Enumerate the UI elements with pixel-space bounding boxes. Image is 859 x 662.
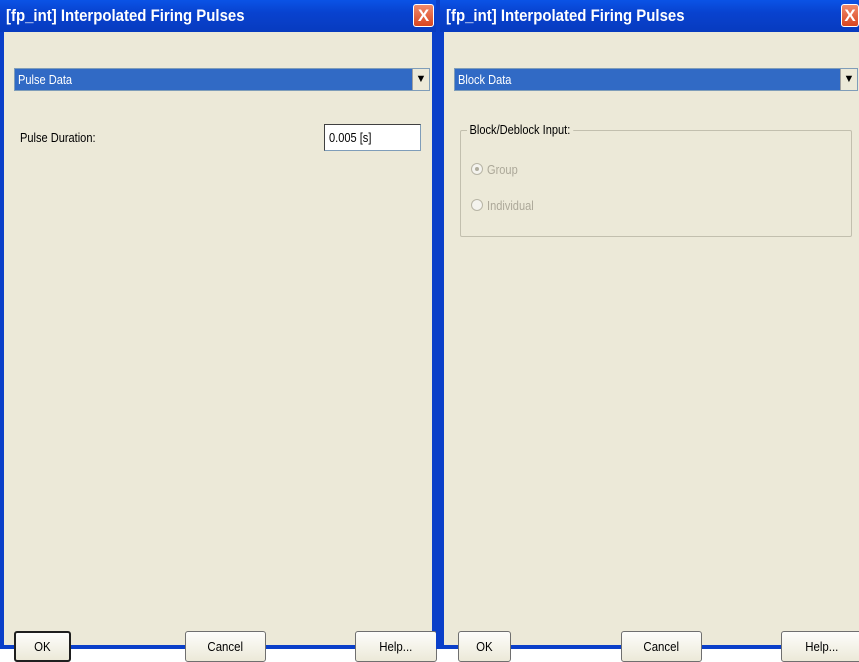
close-button[interactable]: X (413, 4, 434, 27)
chevron-down-icon[interactable]: ▼ (840, 69, 857, 90)
cancel-button-label: Cancel (643, 639, 680, 654)
radio-button-icon[interactable] (471, 163, 483, 175)
ok-button-label: OK (476, 639, 493, 654)
section-dropdown[interactable]: Block Data ▼ (454, 68, 858, 91)
close-icon: X (417, 6, 430, 25)
dialog-block-data: [fp_int] Interpolated Firing Pulses X Bl… (440, 0, 859, 662)
ok-button-label: OK (34, 639, 51, 654)
title-bar[interactable]: [fp_int] Interpolated Firing Pulses X (440, 0, 859, 32)
cancel-button[interactable]: Cancel (621, 631, 702, 662)
groupbox-legend: Block/Deblock Input: (467, 122, 573, 137)
close-icon: X (844, 6, 856, 25)
ok-button[interactable]: OK (14, 631, 71, 662)
chevron-down-icon[interactable]: ▼ (412, 69, 429, 90)
radio-label-group: Group (487, 161, 518, 177)
window-title: [fp_int] Interpolated Firing Pulses (446, 6, 685, 25)
pulse-duration-value: 0.005 [s] (329, 130, 372, 145)
help-button-label: Help... (804, 639, 839, 654)
section-dropdown-value: Pulse Data (18, 72, 73, 87)
dialog-body: Pulse Data ▼ Pulse Duration: 0.005 [s] O… (4, 32, 437, 662)
block-deblock-groupbox: Block/Deblock Input: Group Individual (460, 122, 852, 237)
radio-option-individual[interactable]: Individual (471, 197, 542, 213)
dialog-pulse-data: [fp_int] Interpolated Firing Pulses X Pu… (0, 0, 437, 662)
radio-option-group[interactable]: Group (471, 161, 523, 177)
pulse-duration-input[interactable]: 0.005 [s] (324, 124, 421, 151)
section-dropdown[interactable]: Pulse Data ▼ (14, 68, 430, 91)
help-button[interactable]: Help... (355, 631, 437, 662)
dialog-body: Block Data ▼ Block/Deblock Input: Group … (444, 32, 859, 662)
help-button-label: Help... (379, 639, 413, 654)
close-button[interactable]: X (841, 4, 859, 27)
section-dropdown-value: Block Data (458, 72, 512, 87)
cancel-button[interactable]: Cancel (185, 631, 266, 662)
help-button[interactable]: Help... (781, 631, 859, 662)
radio-label-individual: Individual (487, 197, 534, 213)
cancel-button-label: Cancel (207, 639, 244, 654)
pulse-duration-label: Pulse Duration: (20, 130, 96, 145)
radio-button-icon[interactable] (471, 199, 483, 211)
window-title: [fp_int] Interpolated Firing Pulses (6, 6, 245, 25)
ok-button[interactable]: OK (458, 631, 511, 662)
title-bar[interactable]: [fp_int] Interpolated Firing Pulses X (0, 0, 436, 32)
